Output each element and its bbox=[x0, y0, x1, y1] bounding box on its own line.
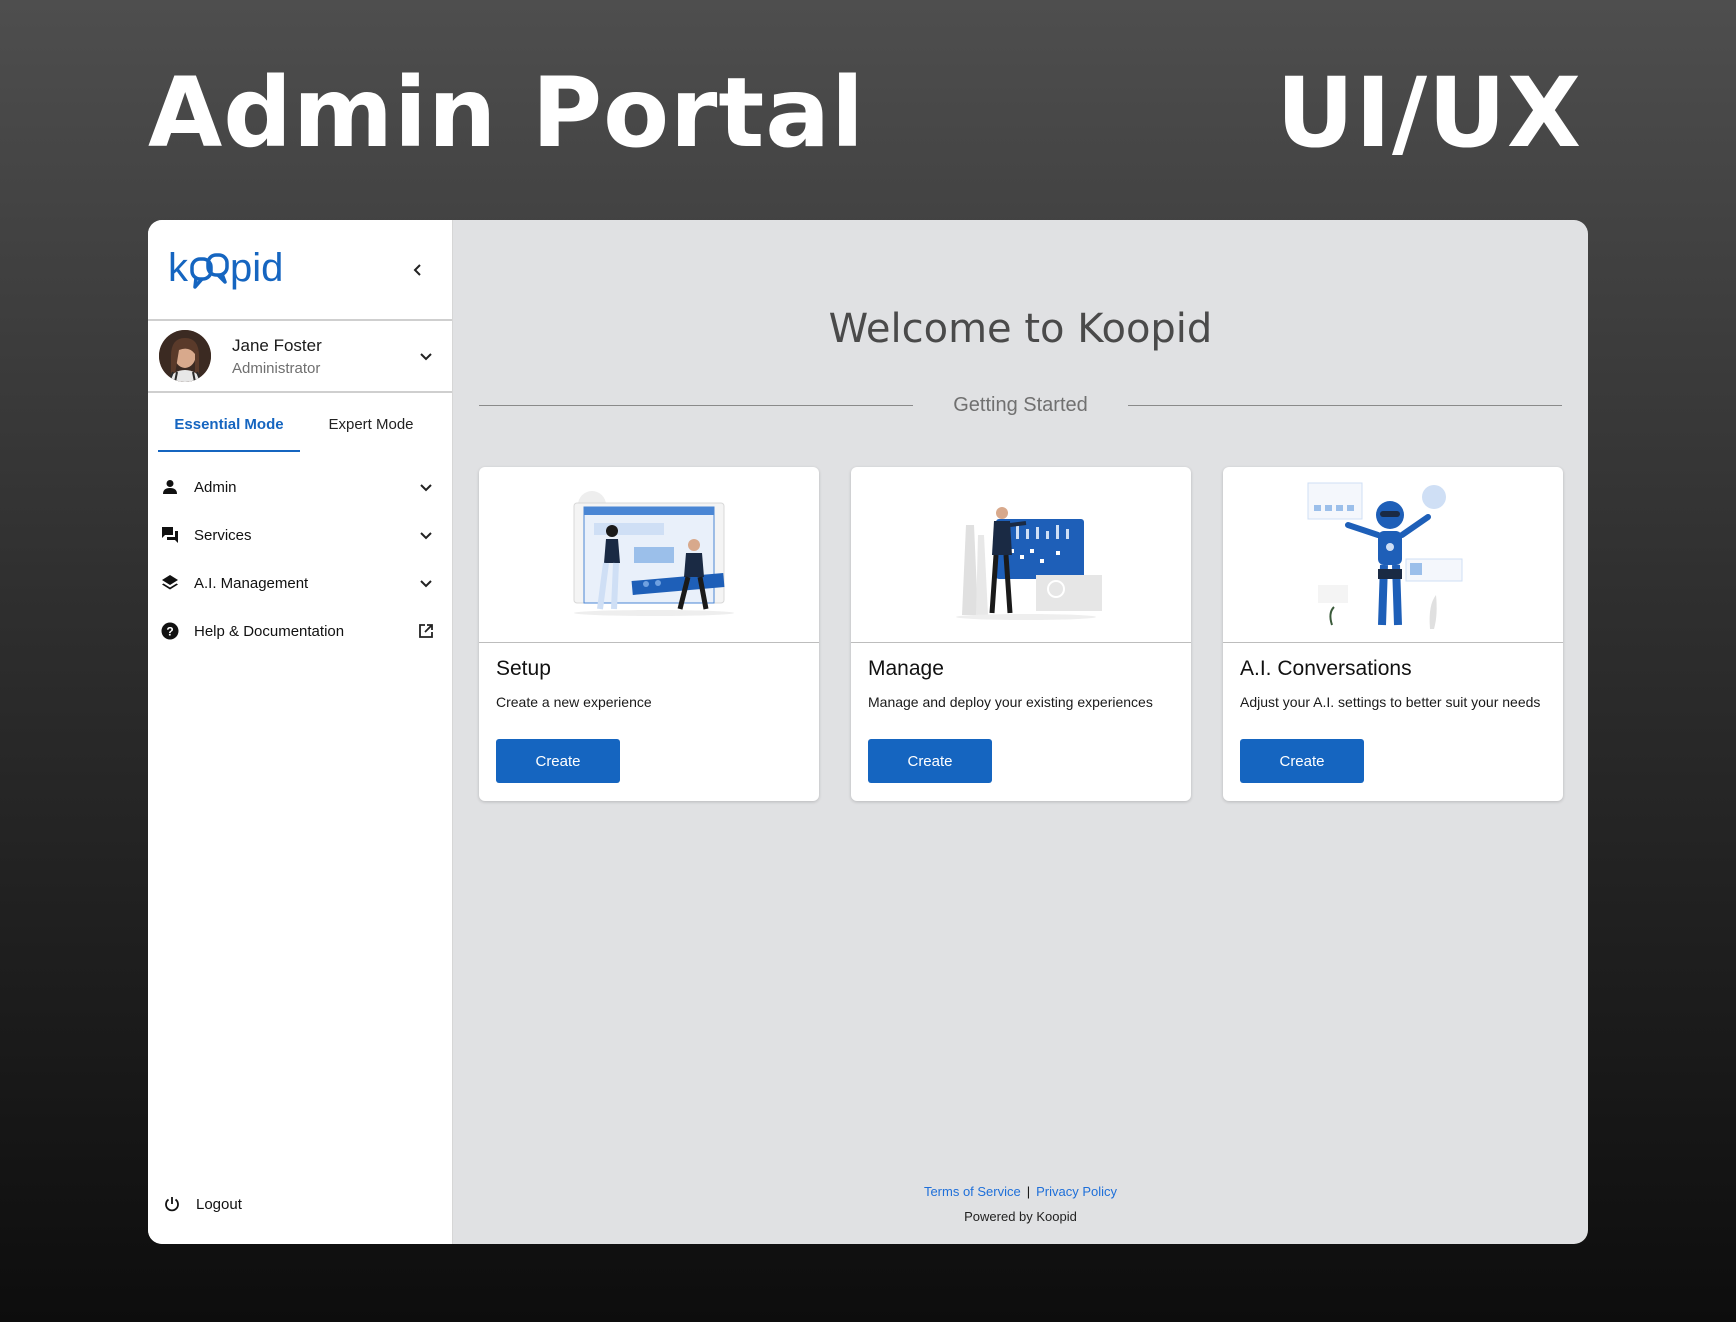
tab-expert-mode[interactable]: Expert Mode bbox=[300, 393, 442, 455]
chevron-down-icon bbox=[414, 475, 438, 499]
chevron-left-icon bbox=[413, 263, 421, 276]
section-title: Getting Started bbox=[953, 393, 1088, 416]
divider-line bbox=[479, 404, 914, 406]
layers-icon bbox=[160, 573, 180, 593]
privacy-policy-link[interactable]: Privacy Policy bbox=[1036, 1184, 1117, 1199]
hero-title: Admin Portal bbox=[148, 57, 865, 169]
user-name: Jane Foster bbox=[232, 336, 322, 355]
card-description: Adjust your A.I. settings to better suit… bbox=[1240, 694, 1541, 710]
logout-button[interactable]: Logout bbox=[148, 1184, 452, 1224]
hero-tag: UI/UX bbox=[1276, 57, 1582, 169]
power-icon bbox=[162, 1194, 182, 1214]
external-link-icon bbox=[414, 619, 438, 643]
powered-by: Powered by Koopid bbox=[964, 1209, 1077, 1224]
footer-separator: | bbox=[1026, 1184, 1031, 1199]
card-title: Manage bbox=[868, 657, 944, 680]
footer: Terms of Service | Privacy Policy Powered … bbox=[453, 1184, 1588, 1224]
card-manage: Manage Manage and deploy your existing e… bbox=[851, 467, 1191, 801]
chevron-down-icon bbox=[414, 523, 438, 547]
card-title: Setup bbox=[496, 657, 551, 680]
user-role: Administrator bbox=[232, 360, 321, 377]
card-description: Manage and deploy your existing experien… bbox=[868, 694, 1153, 710]
svg-text:k: k bbox=[168, 247, 189, 290]
sidebar-nav: Admin Services A.I. Management ? Help & … bbox=[148, 463, 452, 655]
person-icon bbox=[160, 477, 180, 497]
collapse-sidebar-button[interactable] bbox=[404, 256, 432, 284]
svg-text:?: ? bbox=[166, 625, 173, 639]
user-profile[interactable]: Jane Foster Administrator bbox=[148, 321, 452, 393]
koopid-logo[interactable]: k pid bbox=[168, 247, 308, 293]
sidebar-item-label: Admin bbox=[194, 478, 237, 496]
chevron-down-icon bbox=[420, 353, 432, 361]
card-title: A.I. Conversations bbox=[1240, 657, 1412, 680]
profile-menu-toggle[interactable] bbox=[414, 344, 438, 368]
sidebar: k pid Jane Foster Administrator Essentia… bbox=[148, 220, 453, 1244]
koopid-logo-mark: k pid bbox=[168, 247, 283, 290]
profile-text: Jane Foster Administrator bbox=[232, 335, 414, 377]
ai-conversations-create-button[interactable]: Create bbox=[1240, 739, 1364, 783]
divider-line bbox=[1127, 404, 1562, 406]
getting-started-cards: Setup Create a new experience Create Man… bbox=[479, 467, 1563, 801]
tab-essential-mode[interactable]: Essential Mode bbox=[158, 393, 300, 455]
footer-links: Terms of Service | Privacy Policy bbox=[453, 1184, 1588, 1199]
avatar bbox=[159, 330, 211, 382]
sidebar-item-ai-management[interactable]: A.I. Management bbox=[148, 559, 452, 607]
sidebar-item-services[interactable]: Services bbox=[148, 511, 452, 559]
sidebar-item-label: Services bbox=[194, 526, 252, 544]
sidebar-item-help[interactable]: ? Help & Documentation bbox=[148, 607, 452, 655]
section-divider: Getting Started bbox=[479, 390, 1562, 420]
page-title: Welcome to Koopid bbox=[828, 306, 1213, 352]
manage-create-button[interactable]: Create bbox=[868, 739, 992, 783]
app-window: k pid Jane Foster Administrator Essentia… bbox=[148, 220, 1588, 1244]
card-ai-conversations: A.I. Conversations Adjust your A.I. sett… bbox=[1223, 467, 1563, 801]
card-description: Create a new experience bbox=[496, 694, 652, 710]
ai-conversations-illustration bbox=[1223, 467, 1563, 643]
help-circle-icon: ? bbox=[160, 621, 180, 641]
logo-row: k pid bbox=[148, 220, 452, 321]
card-setup: Setup Create a new experience Create bbox=[479, 467, 819, 801]
mode-tabs: Essential Mode Expert Mode bbox=[148, 393, 452, 455]
terms-of-service-link[interactable]: Terms of Service bbox=[924, 1184, 1021, 1199]
manage-illustration bbox=[851, 467, 1191, 643]
sidebar-item-label: A.I. Management bbox=[194, 574, 309, 592]
setup-illustration bbox=[479, 467, 819, 643]
avatar-image bbox=[159, 330, 211, 382]
main-content: Welcome to Koopid Getting Started Setup … bbox=[453, 220, 1588, 1244]
sidebar-item-admin[interactable]: Admin bbox=[148, 463, 452, 511]
setup-create-button[interactable]: Create bbox=[496, 739, 620, 783]
chevron-down-icon bbox=[414, 571, 438, 595]
svg-text:pid: pid bbox=[230, 247, 283, 290]
sidebar-item-label: Help & Documentation bbox=[194, 622, 345, 640]
forum-icon bbox=[160, 525, 180, 545]
logout-label: Logout bbox=[196, 1195, 242, 1213]
